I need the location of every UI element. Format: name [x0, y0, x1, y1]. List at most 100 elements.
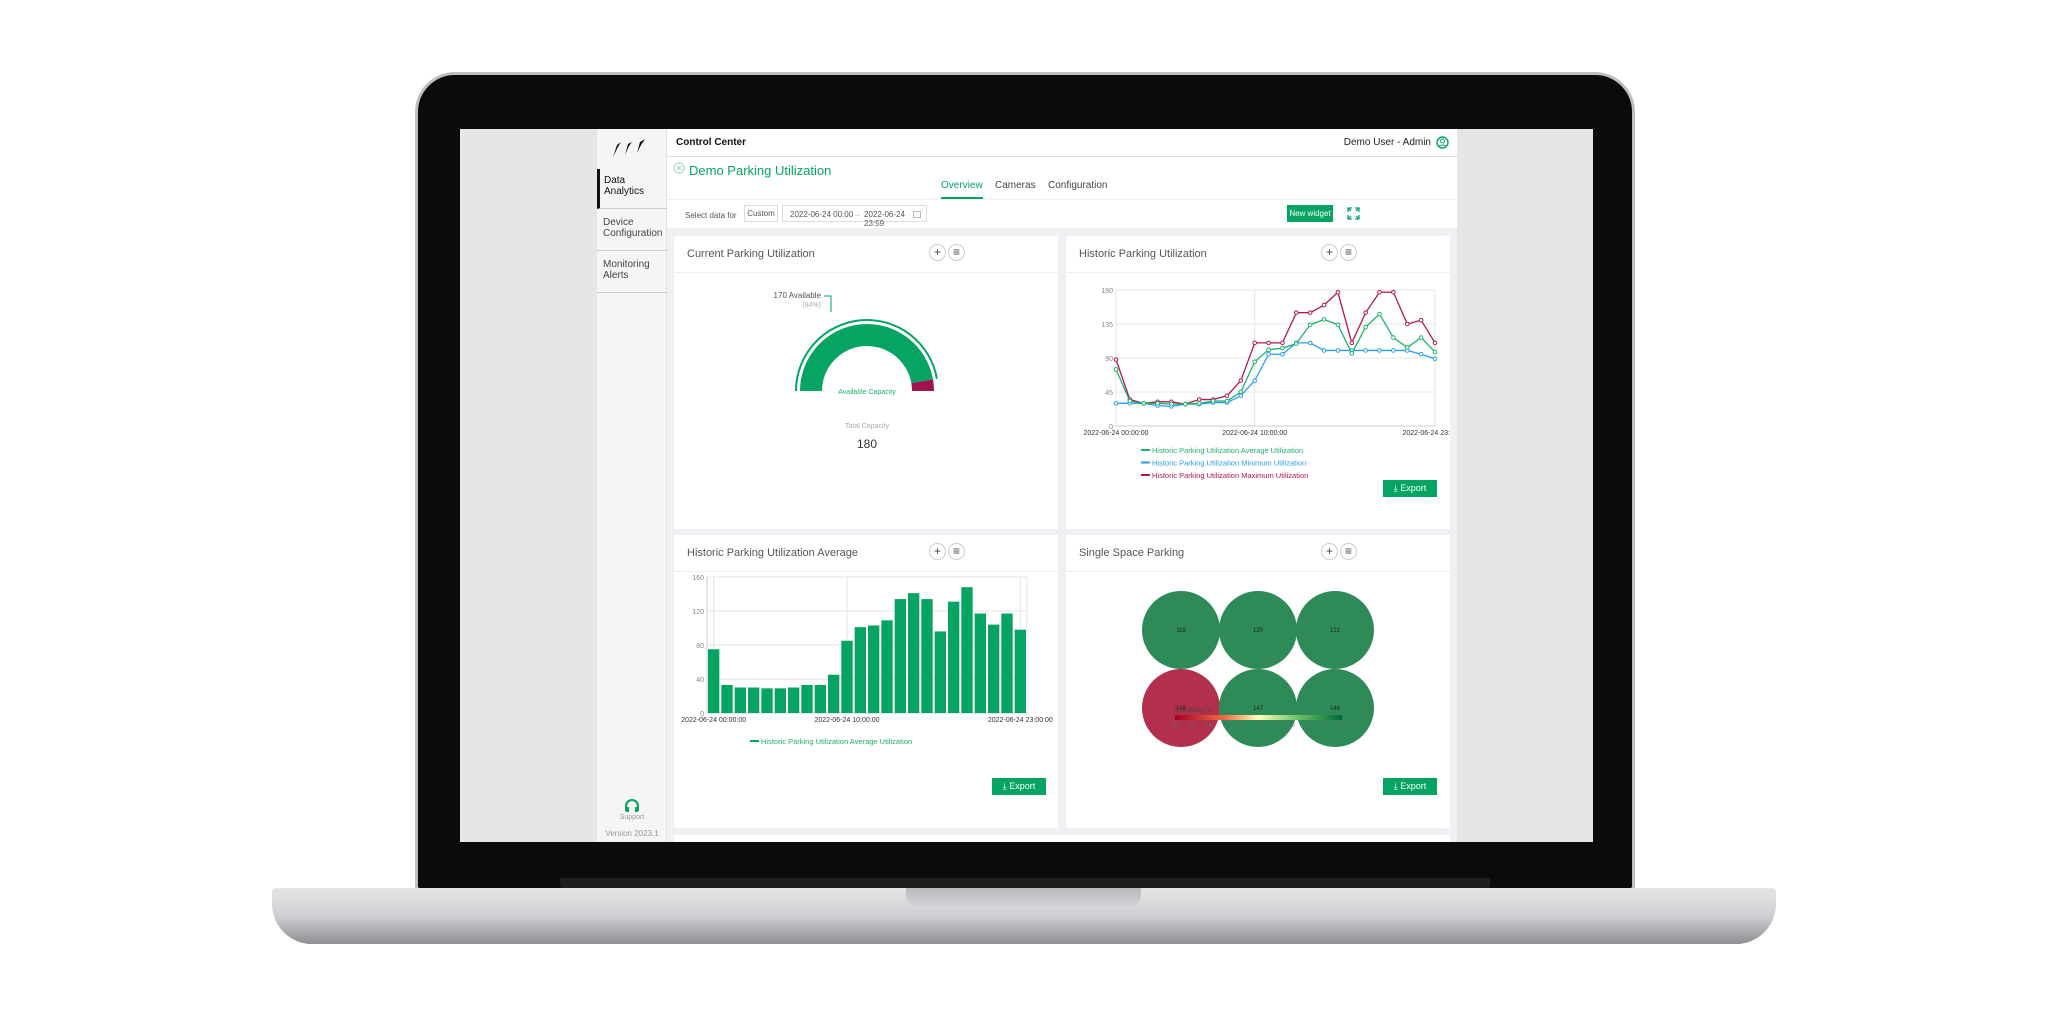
- sidebar-item-monitoring-alerts[interactable]: Monitoring Alerts: [597, 253, 667, 293]
- series-line: [1116, 342, 1436, 408]
- data-point: [1335, 348, 1341, 353]
- data-point: [1307, 322, 1313, 328]
- add-button[interactable]: +: [1321, 543, 1338, 560]
- data-point: [1335, 322, 1341, 328]
- space-id: 120: [1253, 628, 1264, 634]
- colorbar-tick: 90: [1189, 723, 1195, 729]
- data-point: [1113, 401, 1119, 406]
- data-point: [1141, 401, 1147, 406]
- data-point: [1321, 302, 1327, 308]
- data-point: [1418, 317, 1424, 323]
- available-label: 170 Available: [774, 291, 822, 300]
- data-point: [1432, 356, 1438, 362]
- menu-button[interactable]: ≡: [1340, 244, 1357, 261]
- user-icon[interactable]: [1436, 136, 1449, 149]
- bar: [908, 593, 920, 713]
- space-heatmap: 119 120 121146 147 148Occupancy %100 90 80 70 60…: [1142, 591, 1374, 747]
- tab-cameras[interactable]: Cameras: [995, 180, 1036, 191]
- widget-current-utilization: Current Parking Utilization + ≡ 170 Avai…: [674, 236, 1058, 529]
- data-point: [1377, 289, 1382, 295]
- calendar-icon[interactable]: [913, 210, 921, 218]
- tab-configuration[interactable]: Configuration: [1048, 180, 1107, 191]
- sidebar-item-data-analytics[interactable]: Data Analytics: [597, 169, 667, 209]
- tab-overview[interactable]: Overview: [941, 180, 983, 199]
- gauge-chart: 170 Available (94%) Available Capacity Tota…: [774, 291, 938, 451]
- bar: [854, 627, 866, 713]
- divider: [1066, 272, 1450, 273]
- x-tick-label: 2022-06-24 23:00:00: [1403, 430, 1451, 437]
- bar: [734, 687, 746, 713]
- y-tick-label: 40: [696, 677, 704, 684]
- data-point: [1404, 321, 1410, 327]
- data-point: [1280, 340, 1285, 346]
- data-point: [1307, 340, 1313, 346]
- y-tick-label: 135: [1101, 322, 1113, 329]
- data-point: [1404, 345, 1410, 350]
- data-point: [1196, 401, 1202, 406]
- range-mode-select[interactable]: Custom: [744, 205, 778, 222]
- select-data-label: Select data for: [685, 211, 737, 220]
- next-widget-row: [674, 835, 1450, 842]
- menu-button[interactable]: ≡: [948, 543, 965, 560]
- close-circle-icon[interactable]: [673, 162, 685, 174]
- bar: [828, 674, 840, 713]
- data-point: [1252, 340, 1257, 346]
- add-button[interactable]: +: [929, 543, 946, 560]
- data-point: [1418, 335, 1424, 340]
- bar-chart: 040801201602022-06-24 00:00:00 2022-06-24…: [681, 575, 1053, 746]
- support-link[interactable]: Support: [597, 814, 667, 821]
- headset-icon[interactable]: [624, 799, 640, 813]
- space-id: 121: [1330, 628, 1341, 634]
- laptop-notch: [906, 888, 1141, 908]
- export-label: Export: [1400, 483, 1427, 493]
- date-range-input[interactable]: 2022-06-24 00:00 → 2022-06-24 23:59: [782, 205, 927, 228]
- y-tick-label: 90: [1105, 356, 1113, 363]
- data-point: [1363, 310, 1368, 315]
- new-widget-button[interactable]: New widget: [1287, 205, 1333, 222]
- bar: [774, 688, 786, 713]
- data-point: [1391, 348, 1396, 353]
- export-button[interactable]: ⤓ Export: [1383, 480, 1437, 497]
- data-point: [1224, 398, 1230, 404]
- add-button[interactable]: +: [929, 244, 946, 261]
- data-point: [1280, 345, 1285, 351]
- data-point: [1266, 351, 1271, 357]
- bar: [748, 687, 760, 713]
- data-point: [1238, 378, 1244, 383]
- y-tick-label: 120: [692, 609, 704, 616]
- data-point: [1252, 378, 1257, 383]
- bar: [1001, 613, 1013, 713]
- data-point: [1113, 357, 1119, 362]
- data-point: [1349, 340, 1355, 346]
- x-tick-label: 2022-06-24 10:00:00: [815, 717, 880, 724]
- colorbar-label: Occupancy %: [1175, 708, 1213, 714]
- fullscreen-icon[interactable]: [1347, 207, 1360, 220]
- data-point: [1377, 348, 1382, 353]
- menu-button[interactable]: ≡: [1340, 543, 1357, 560]
- available-percent: (94%): [802, 302, 821, 309]
- user-menu[interactable]: Demo User - Admin: [1344, 137, 1431, 148]
- total-capacity-label: Total Capacity: [845, 423, 889, 430]
- sidebar-item-device-configuration[interactable]: Device Configuration: [597, 211, 667, 251]
- legend-label: Historic Parking Utilization Average Uti…: [1152, 446, 1303, 455]
- bar: [921, 599, 933, 713]
- export-button[interactable]: ⤓ Export: [992, 778, 1046, 795]
- arrow: →: [853, 210, 861, 219]
- add-button[interactable]: +: [1321, 244, 1338, 261]
- data-point: [1349, 351, 1355, 356]
- x-tick-label: 2022-06-24 23:00:00: [988, 717, 1053, 724]
- bar: [814, 684, 826, 713]
- bar: [961, 587, 973, 713]
- bar: [948, 601, 960, 713]
- colorbar: [1175, 715, 1342, 720]
- data-point: [1363, 348, 1368, 353]
- export-button[interactable]: ⤓ Export: [1383, 778, 1437, 795]
- colorbar-tick: 0.0: [1339, 723, 1346, 729]
- data-point: [1252, 359, 1257, 365]
- data-point: [1321, 317, 1327, 322]
- data-point: [1294, 310, 1299, 315]
- colorbar-tick: 60: [1239, 723, 1245, 729]
- colorbar-tick: 100: [1171, 723, 1180, 729]
- bar: [708, 649, 720, 713]
- menu-button[interactable]: ≡: [948, 244, 965, 261]
